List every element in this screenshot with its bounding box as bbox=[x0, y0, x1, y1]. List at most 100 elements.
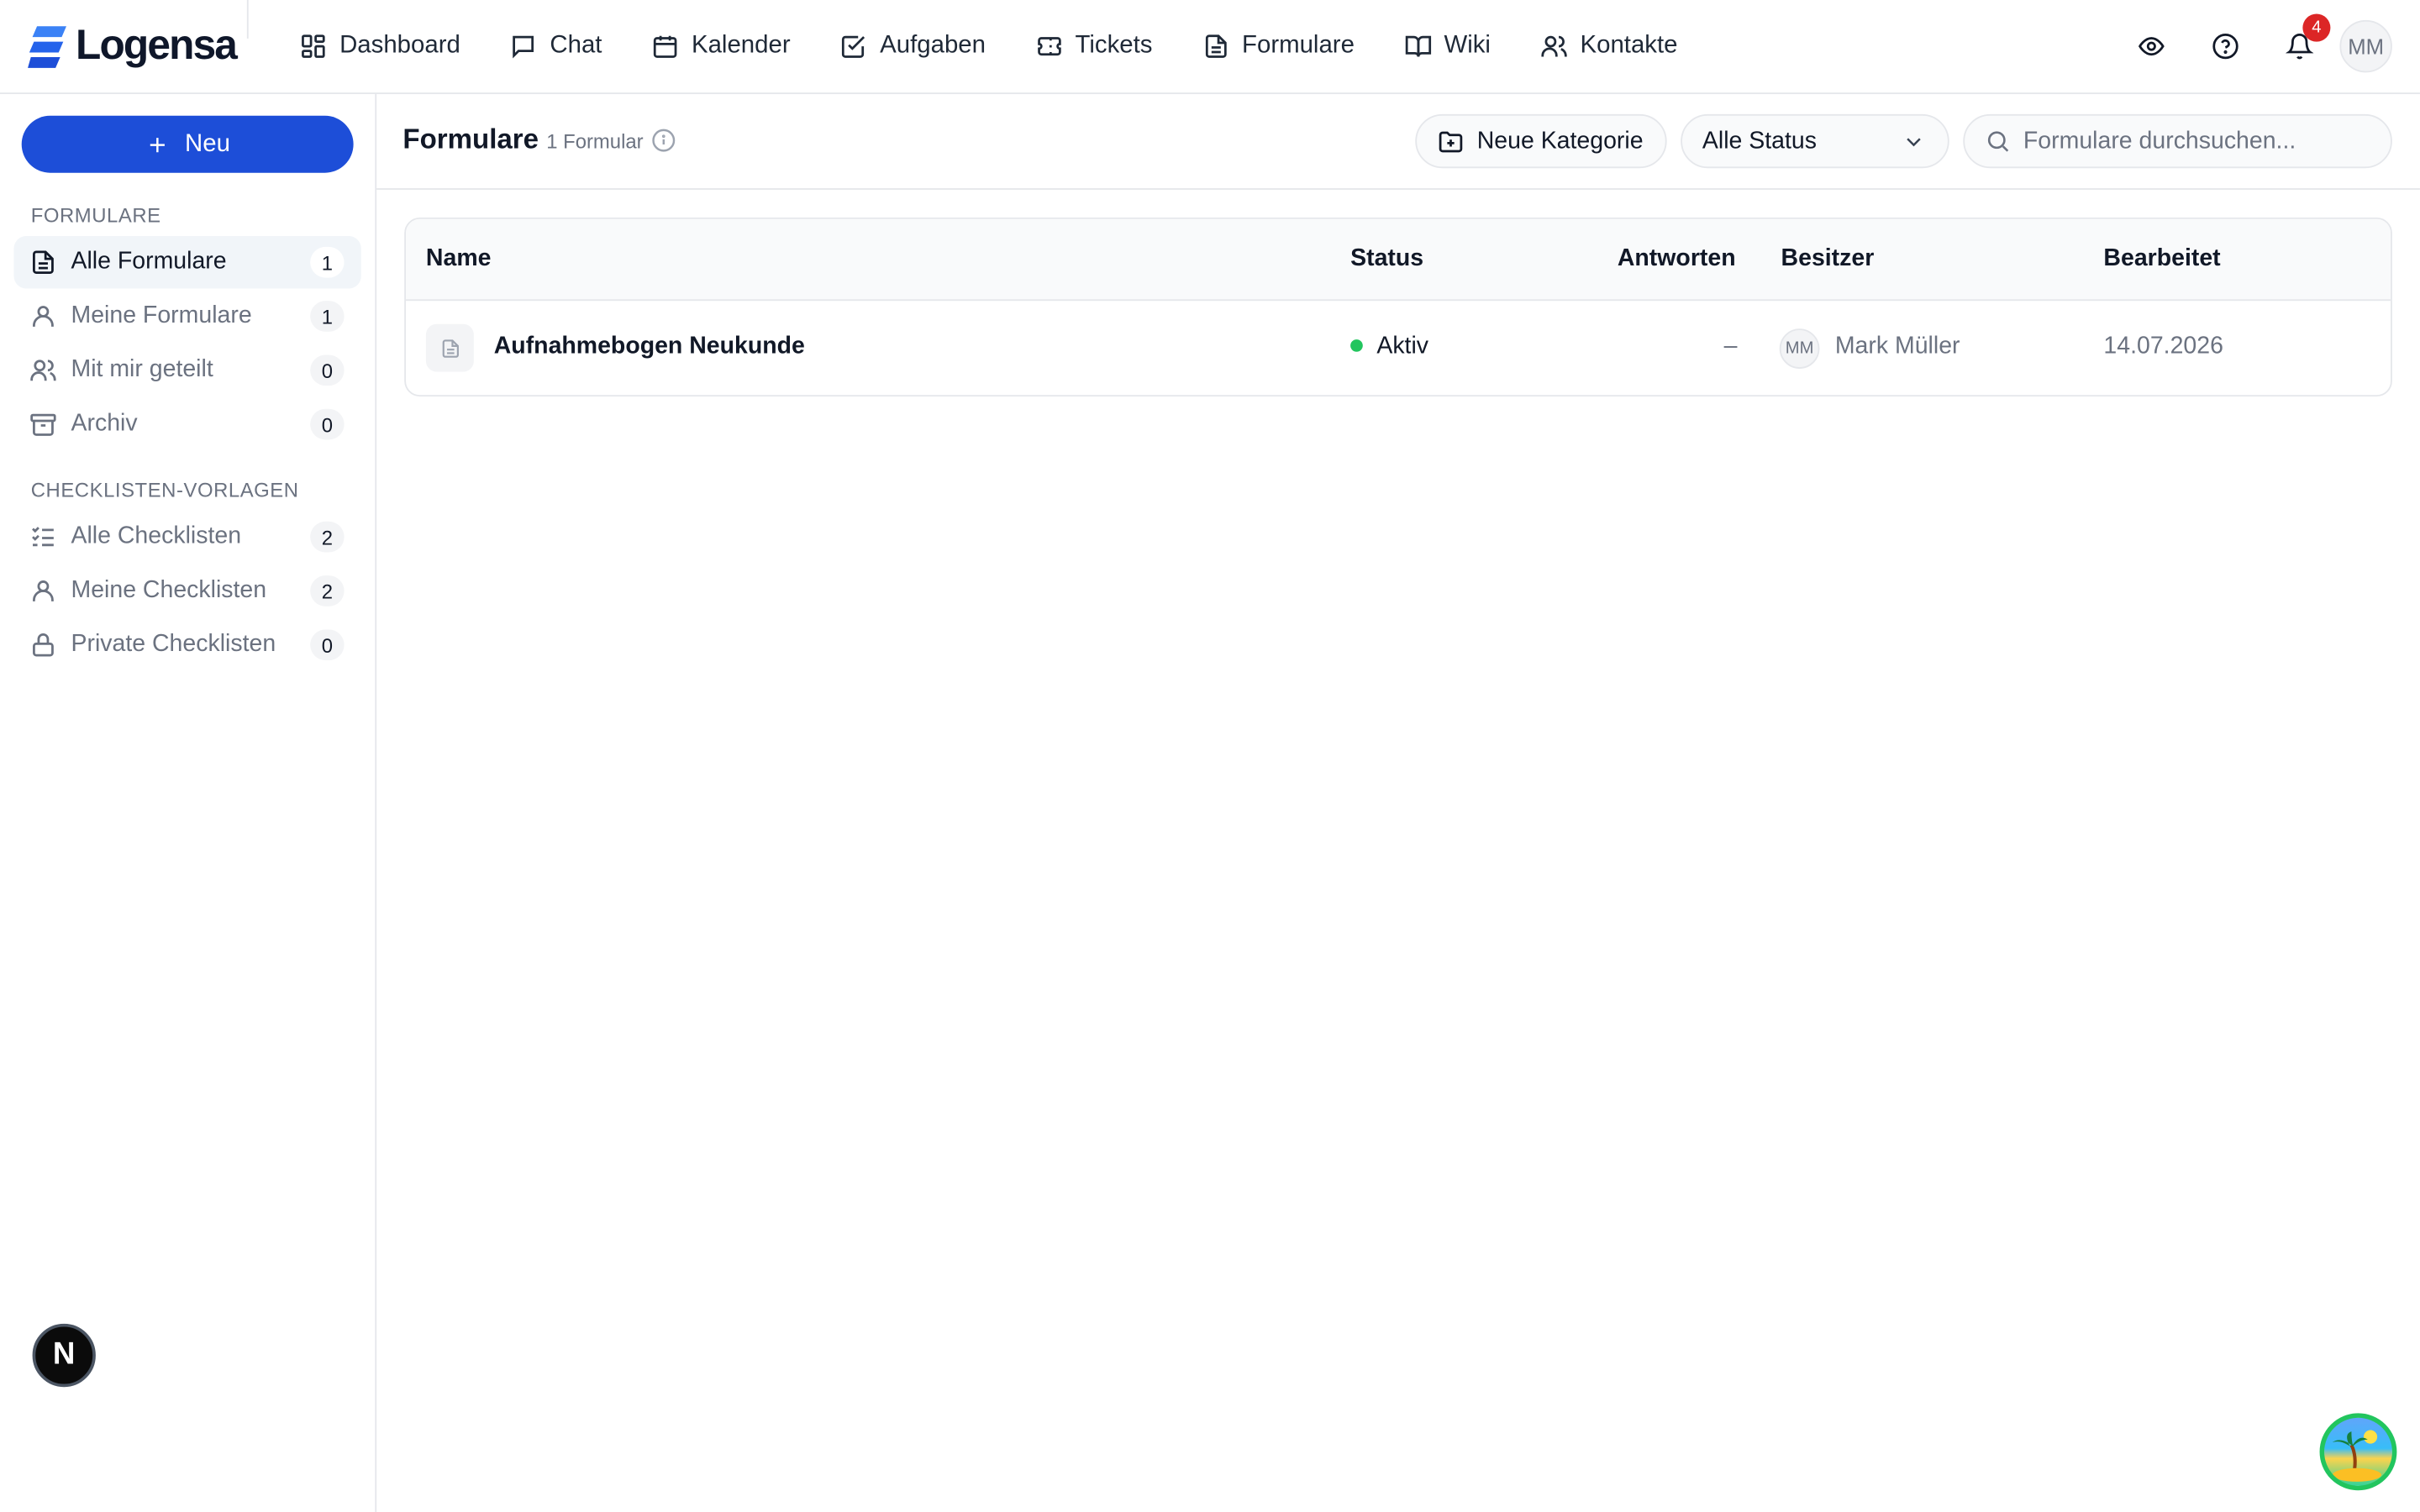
status-filter-select[interactable]: Alle Status bbox=[1681, 113, 1949, 169]
nav-formulare-label: Formulare bbox=[1242, 32, 1355, 59]
top-bar: Logensa Dashboard Chat Kalender Aufgaben bbox=[0, 0, 2420, 95]
chevron-down-icon bbox=[1907, 138, 1921, 147]
search-icon bbox=[1987, 131, 2009, 152]
nav-kalender[interactable]: Kalender bbox=[627, 22, 815, 71]
page-header: Formulare 1 Formular Neue Kategorie Alle… bbox=[376, 94, 2420, 190]
sidebar-item-private-checklisten[interactable]: Private Checklisten 0 bbox=[14, 619, 361, 671]
plus-icon bbox=[150, 137, 165, 152]
nav-formulare[interactable]: Formulare bbox=[1177, 22, 1379, 71]
sidebar-item-meine-checklisten[interactable]: Meine Checklisten 2 bbox=[14, 564, 361, 617]
sidebar-item-mit-mir-geteilt[interactable]: Mit mir geteilt 0 bbox=[14, 344, 361, 396]
contacts-icon bbox=[1541, 35, 1567, 57]
responses-value: – bbox=[1723, 333, 1738, 360]
user-icon bbox=[33, 306, 54, 327]
dev-tools-badge[interactable]: N bbox=[32, 1323, 96, 1388]
app-root: Logensa Dashboard Chat Kalender Aufgaben bbox=[0, 0, 2420, 1512]
eye-icon bbox=[2138, 37, 2165, 56]
notifications-button[interactable]: 4 bbox=[2263, 13, 2337, 72]
sidebar-item-count: 1 bbox=[310, 301, 345, 332]
sidebar-item-count: 2 bbox=[310, 575, 345, 606]
nav-aufgaben[interactable]: Aufgaben bbox=[815, 22, 1010, 71]
sidebar-item-label: Archiv bbox=[71, 410, 138, 437]
nav-dashboard[interactable]: Dashboard bbox=[275, 22, 485, 71]
list-check-icon bbox=[32, 527, 54, 547]
sidebar-item-count: 1 bbox=[310, 246, 345, 278]
folder-plus-icon bbox=[1439, 130, 1463, 152]
nav-chat-label: Chat bbox=[550, 32, 602, 59]
sidebar-item-count: 0 bbox=[310, 629, 345, 661]
sidebar-item-count: 0 bbox=[310, 408, 345, 440]
table-header: Name Status Antworten Besitzer Bearbeite… bbox=[406, 218, 2391, 302]
dashboard-icon bbox=[302, 34, 325, 58]
sidebar-item-count: 2 bbox=[310, 521, 345, 553]
sidebar: Neu FORMULARE Alle Formulare 1 Meine For… bbox=[0, 94, 377, 1512]
sidebar-item-label: Meine Formulare bbox=[71, 302, 252, 329]
nav-dashboard-label: Dashboard bbox=[339, 32, 460, 59]
form-count: 1 Formular bbox=[546, 129, 644, 153]
status-filter-value: Alle Status bbox=[1702, 127, 1817, 154]
table-row[interactable]: Aufnahmebogen Neukunde Aktiv – MM Mark M… bbox=[406, 301, 2391, 395]
main-nav: Dashboard Chat Kalender Aufgaben Tickets… bbox=[275, 22, 1702, 71]
page-title: Formulare bbox=[402, 123, 539, 155]
nav-wiki[interactable]: Wiki bbox=[1379, 22, 1515, 71]
archive-icon bbox=[30, 413, 56, 436]
lock-icon bbox=[33, 633, 54, 657]
form-name[interactable]: Aufnahmebogen Neukunde bbox=[494, 333, 805, 361]
user-avatar[interactable]: MM bbox=[2339, 19, 2392, 73]
nav-aufgaben-label: Aufgaben bbox=[880, 32, 986, 59]
search-input[interactable] bbox=[2023, 127, 2363, 155]
owner-avatar: MM bbox=[1779, 328, 1820, 369]
nav-kontakte[interactable]: Kontakte bbox=[1515, 22, 1702, 71]
help-icon bbox=[2212, 33, 2238, 60]
nav-kalender-label: Kalender bbox=[691, 32, 791, 59]
column-header-status[interactable]: Status bbox=[1350, 245, 1423, 273]
form-icon bbox=[1205, 34, 1227, 58]
document-icon bbox=[33, 250, 54, 275]
sidebar-item-meine-formulare[interactable]: Meine Formulare 1 bbox=[14, 290, 361, 342]
notification-badge: 4 bbox=[2302, 13, 2331, 42]
file-icon bbox=[425, 323, 474, 372]
preview-button[interactable] bbox=[2114, 20, 2188, 72]
assistant-avatar-button[interactable] bbox=[2319, 1413, 2397, 1491]
help-button[interactable] bbox=[2188, 20, 2262, 72]
sidebar-item-label: Alle Formulare bbox=[71, 248, 227, 275]
sidebar-item-label: Meine Checklisten bbox=[71, 576, 267, 604]
logo-mark-icon bbox=[28, 23, 70, 69]
ticket-icon bbox=[1037, 37, 1061, 56]
forms-section-title: FORMULARE bbox=[30, 203, 161, 227]
sidebar-item-alle-formulare[interactable]: Alle Formulare 1 bbox=[13, 236, 361, 289]
edited-date: 14.07.2026 bbox=[2103, 333, 2223, 360]
nav-tickets[interactable]: Tickets bbox=[1010, 22, 1177, 71]
new-button-label: Neu bbox=[185, 130, 230, 157]
column-header-responses[interactable]: Antworten bbox=[1618, 245, 1736, 273]
new-button[interactable]: Neu bbox=[21, 115, 354, 173]
users-icon bbox=[30, 360, 56, 381]
top-right-actions: 4 MM bbox=[2114, 13, 2392, 73]
checklist-section-title: CHECKLISTEN-VORLAGEN bbox=[30, 478, 299, 501]
column-header-name[interactable]: Name bbox=[426, 245, 492, 273]
sidebar-item-label: Mit mir geteilt bbox=[71, 356, 213, 383]
owner-name: Mark Müller bbox=[1834, 333, 1960, 360]
new-category-button[interactable]: Neue Kategorie bbox=[1415, 113, 1667, 169]
chat-icon bbox=[513, 35, 534, 59]
logo[interactable]: Logensa bbox=[28, 21, 238, 70]
forms-table: Name Status Antworten Besitzer Bearbeite… bbox=[404, 217, 2392, 397]
nav-wiki-label: Wiki bbox=[1444, 32, 1491, 59]
sidebar-item-alle-checklisten[interactable]: Alle Checklisten 2 bbox=[14, 511, 361, 563]
calendar-icon bbox=[653, 35, 677, 58]
info-icon[interactable] bbox=[651, 128, 676, 152]
new-category-label: Neue Kategorie bbox=[1476, 127, 1644, 154]
task-icon bbox=[842, 35, 865, 58]
logo-divider bbox=[246, 0, 249, 39]
nav-chat[interactable]: Chat bbox=[485, 22, 627, 71]
search-box bbox=[1963, 113, 2392, 169]
nav-tickets-label: Tickets bbox=[1075, 32, 1153, 59]
book-icon bbox=[1405, 35, 1431, 57]
status-label: Aktiv bbox=[1376, 333, 1429, 360]
column-header-edited[interactable]: Bearbeitet bbox=[2103, 245, 2220, 273]
sidebar-item-label: Private Checklisten bbox=[71, 631, 276, 658]
sidebar-item-archiv[interactable]: Archiv 0 bbox=[14, 398, 361, 450]
status-dot-icon bbox=[1350, 339, 1363, 352]
logo-text: Logensa bbox=[75, 21, 238, 68]
column-header-owner[interactable]: Besitzer bbox=[1781, 245, 1875, 273]
